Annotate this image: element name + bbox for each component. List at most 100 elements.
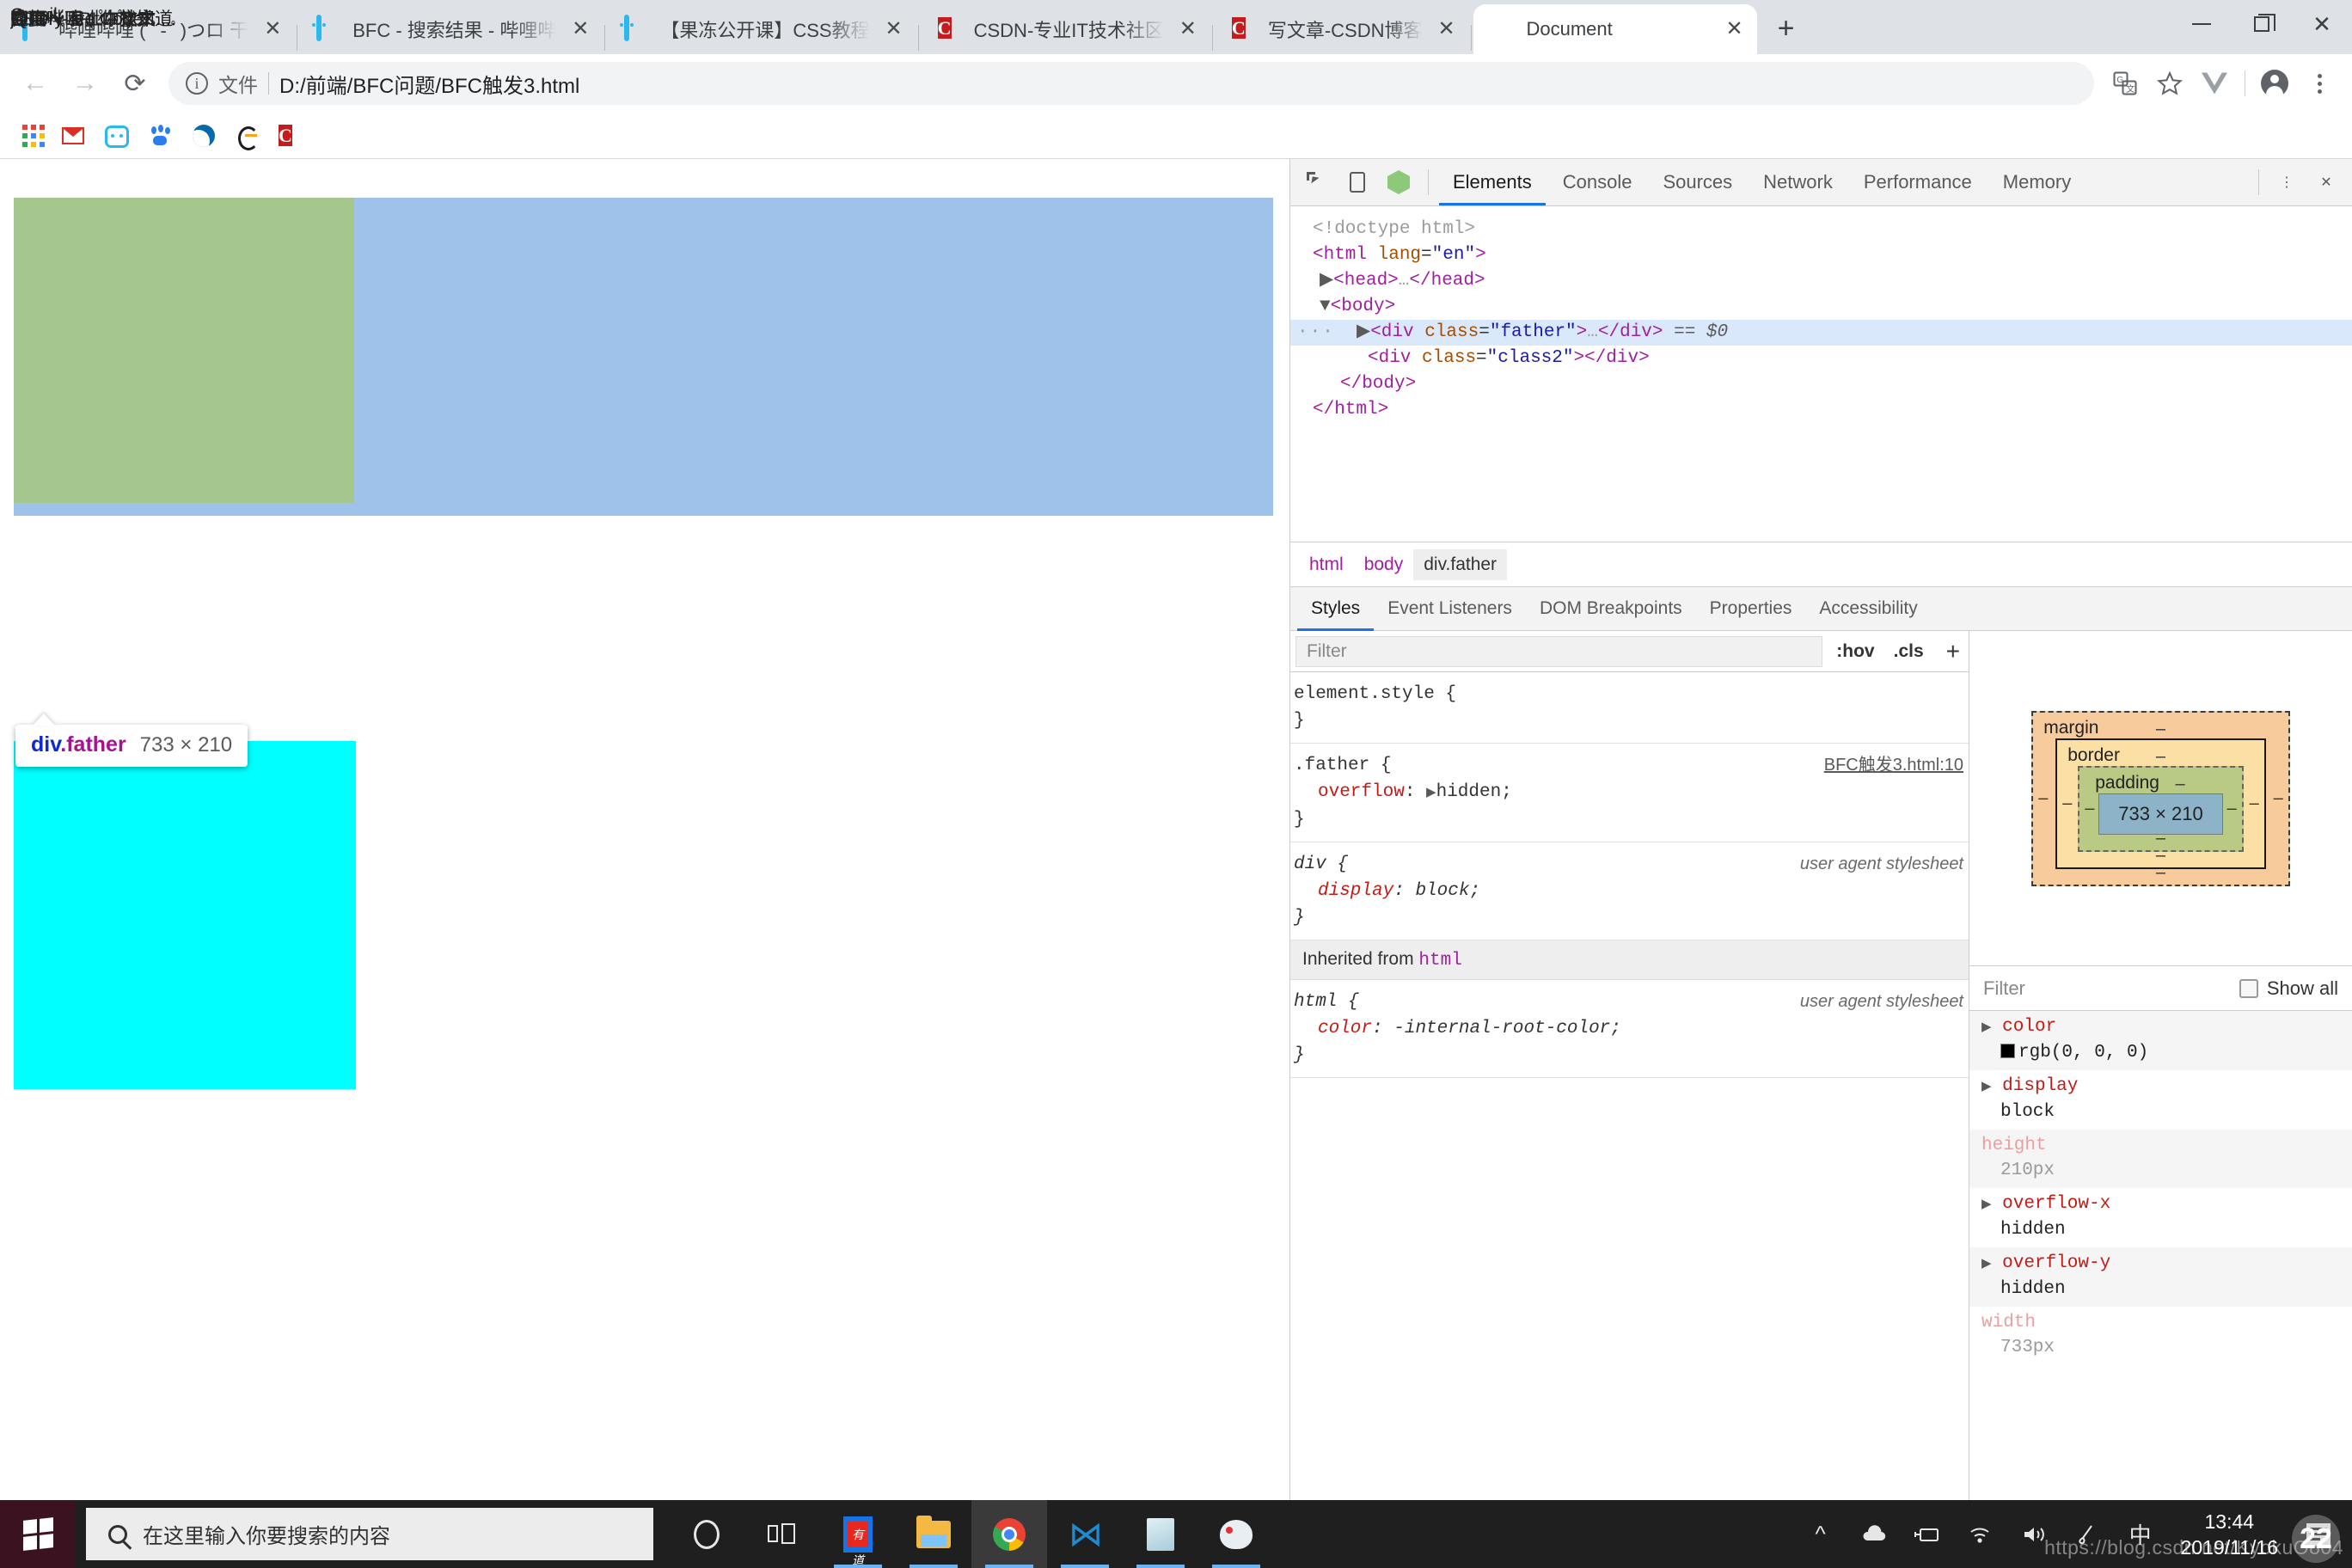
- dom-node[interactable]: <div class="class2"></div>: [1306, 346, 2352, 371]
- tab-event-listeners[interactable]: Event Listeners: [1374, 587, 1526, 631]
- forward-button[interactable]: →: [60, 58, 110, 108]
- dom-node[interactable]: ▶<head>…</head>: [1306, 268, 2352, 294]
- expand-icon[interactable]: ▶: [1981, 1257, 1992, 1271]
- bookmark-leetcode[interactable]: 力扣（LeetCode）...: [10, 9, 268, 152]
- close-window-button[interactable]: ✕: [2292, 0, 2352, 48]
- taskbar-search-input[interactable]: 在这里输入你要搜索的内容: [86, 1508, 653, 1560]
- dom-node[interactable]: </body>: [1306, 371, 2352, 397]
- expand-shorthand-icon[interactable]: ▶: [1426, 786, 1436, 800]
- tab-dom-breakpoints[interactable]: DOM Breakpoints: [1526, 587, 1696, 631]
- close-icon[interactable]: ✕: [1721, 15, 1749, 43]
- minimize-button[interactable]: [2171, 0, 2232, 48]
- border-top-value[interactable]: –: [2156, 747, 2165, 767]
- onedrive-icon[interactable]: [1847, 1500, 1901, 1568]
- maximize-button[interactable]: [2232, 0, 2292, 48]
- computed-property-row[interactable]: ▶ overflow-x hidden: [1969, 1188, 2352, 1247]
- bookmark-star-icon[interactable]: [2147, 61, 2192, 106]
- vscode-icon[interactable]: ⋈: [1047, 1500, 1123, 1568]
- cls-toggle-button[interactable]: .cls: [1889, 641, 1929, 662]
- address-bar[interactable]: i 文件 D:/前端/BFC问题/BFC触发3.html: [168, 62, 2094, 105]
- tab-properties[interactable]: Properties: [1696, 587, 1806, 631]
- tab-sources[interactable]: Sources: [1649, 159, 1746, 205]
- rule-declaration[interactable]: overflow: ▶hidden;: [1294, 779, 1969, 806]
- chrome-menu-icon[interactable]: [2297, 61, 2342, 106]
- margin-top-value[interactable]: –: [2156, 720, 2165, 739]
- border-left-value[interactable]: –: [2062, 793, 2072, 813]
- computed-property-row[interactable]: width 733px: [1969, 1307, 2352, 1365]
- tab-performance[interactable]: Performance: [1850, 159, 1986, 205]
- dom-node-selected[interactable]: ··· ▶<div class="father">…</div> == $0: [1290, 320, 2352, 346]
- device-toolbar-icon[interactable]: [1338, 163, 1376, 201]
- site-info-icon[interactable]: i: [186, 72, 208, 95]
- back-button[interactable]: ←: [10, 58, 60, 108]
- styles-filter-input[interactable]: Filter: [1295, 635, 1823, 667]
- bookmark-csdn[interactable]: C CSDN-专业IT技术...: [10, 9, 303, 153]
- vue-panel-icon[interactable]: [1380, 163, 1418, 201]
- wifi-icon[interactable]: [1954, 1500, 2007, 1568]
- bookmark-gmail[interactable]: Gmail: [10, 5, 95, 150]
- dom-node[interactable]: </html>: [1306, 397, 2352, 423]
- show-hidden-icons-chevron[interactable]: ^: [1794, 1500, 1847, 1568]
- bookmark-apps[interactable]: 应用: [10, 9, 52, 152]
- inspect-element-icon[interactable]: [1297, 163, 1335, 201]
- tab-styles[interactable]: Styles: [1297, 587, 1374, 631]
- youdao-dict-icon[interactable]: 有道: [820, 1500, 896, 1568]
- chrome-icon[interactable]: [971, 1500, 1047, 1568]
- browser-tab[interactable]: C 写文章-CSDN博客 ✕: [1215, 4, 1469, 54]
- breadcrumb-div-father[interactable]: div.father: [1413, 548, 1508, 580]
- expand-icon[interactable]: ▶: [1981, 1020, 1992, 1035]
- color-swatch[interactable]: [2000, 1044, 2015, 1058]
- tab-memory[interactable]: Memory: [1989, 159, 2085, 205]
- rule-declaration[interactable]: display: block;: [1294, 878, 1969, 904]
- paint-icon[interactable]: [1198, 1500, 1274, 1568]
- tab-console[interactable]: Console: [1549, 159, 1646, 205]
- vue-devtools-icon[interactable]: [2192, 61, 2237, 106]
- expand-icon[interactable]: ▶: [1981, 1080, 1992, 1094]
- breadcrumb-html[interactable]: html: [1299, 549, 1354, 580]
- new-style-rule-button[interactable]: +: [1938, 638, 1969, 665]
- margin-left-value[interactable]: –: [2038, 788, 2048, 808]
- style-rule-html-ua[interactable]: user agent stylesheet html { color: -int…: [1290, 980, 1969, 1078]
- new-tab-button[interactable]: +: [1764, 6, 1809, 51]
- devtools-close-icon[interactable]: ✕: [2307, 163, 2345, 201]
- rule-source-link[interactable]: BFC触发3.html:10: [1824, 752, 1963, 779]
- close-icon[interactable]: ✕: [1433, 15, 1461, 43]
- box-model-padding[interactable]: padding – – – – 733 × 210: [2078, 765, 2244, 852]
- box-model-margin[interactable]: margin – – – – border – – – – padding – …: [2031, 710, 2290, 886]
- start-button[interactable]: [0, 1500, 76, 1568]
- breadcrumb-body[interactable]: body: [1354, 549, 1414, 580]
- ime-indicator[interactable]: 中: [2114, 1500, 2167, 1568]
- inherited-source[interactable]: html: [1418, 951, 1461, 971]
- dom-node[interactable]: ▼<body>: [1306, 294, 2352, 320]
- devtools-more-icon[interactable]: ⋮: [2268, 163, 2306, 201]
- browser-tab[interactable]: BFC - 搜索结果 - 哔哩哔 ✕: [299, 4, 603, 54]
- computed-property-row[interactable]: height 210px: [1969, 1130, 2352, 1188]
- show-all-checkbox[interactable]: [2239, 978, 2258, 998]
- tab-elements[interactable]: Elements: [1439, 159, 1546, 205]
- task-view-icon[interactable]: [744, 1500, 820, 1568]
- close-icon[interactable]: ✕: [1174, 15, 1202, 43]
- hov-toggle-button[interactable]: :hov: [1831, 641, 1879, 662]
- translate-icon[interactable]: G 文: [2103, 61, 2147, 106]
- rule-declaration[interactable]: color: -internal-root-color;: [1294, 1015, 1969, 1042]
- close-icon[interactable]: ✕: [880, 15, 908, 43]
- close-icon[interactable]: ✕: [259, 15, 286, 43]
- computed-property-row[interactable]: ▶ display block: [1969, 1070, 2352, 1130]
- close-icon[interactable]: ✕: [567, 15, 594, 43]
- style-rule-div-ua[interactable]: user agent stylesheet div { display: blo…: [1290, 842, 1969, 940]
- padding-bottom-value[interactable]: –: [2156, 829, 2165, 848]
- browser-tab-active[interactable]: Document ✕: [1473, 4, 1757, 54]
- computed-property-row[interactable]: ▶ overflow-y hidden: [1969, 1247, 2352, 1307]
- style-rule-element-style[interactable]: element.style { }: [1290, 672, 1969, 744]
- reload-button[interactable]: ⟳: [110, 58, 160, 108]
- taskbar-clock[interactable]: 13:44 2019/11/16: [2167, 1509, 2292, 1560]
- computed-property-row[interactable]: ▶ color rgb(0, 0, 0): [1969, 1011, 2352, 1070]
- box-model-border[interactable]: border – – – – padding – – – – 733 × 210: [2055, 738, 2266, 869]
- padding-left-value[interactable]: –: [2085, 799, 2094, 818]
- dom-node[interactable]: <!doctype html>: [1306, 217, 2352, 242]
- margin-right-value[interactable]: –: [2274, 788, 2283, 808]
- bookmark-baidu[interactable]: 百度一下，你就知道: [10, 9, 182, 152]
- tab-network[interactable]: Network: [1749, 159, 1847, 205]
- notepad-icon[interactable]: [1123, 1500, 1198, 1568]
- padding-right-value[interactable]: –: [2227, 799, 2237, 818]
